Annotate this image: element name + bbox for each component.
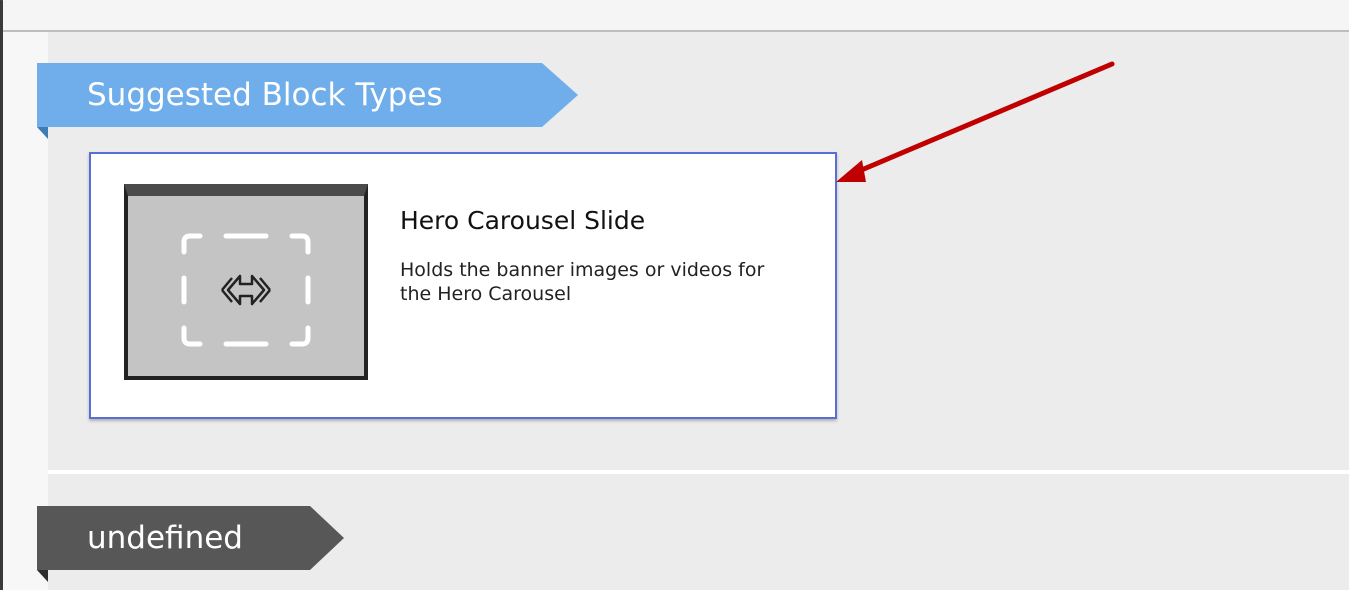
- annotation-arrow-icon: [836, 61, 1115, 182]
